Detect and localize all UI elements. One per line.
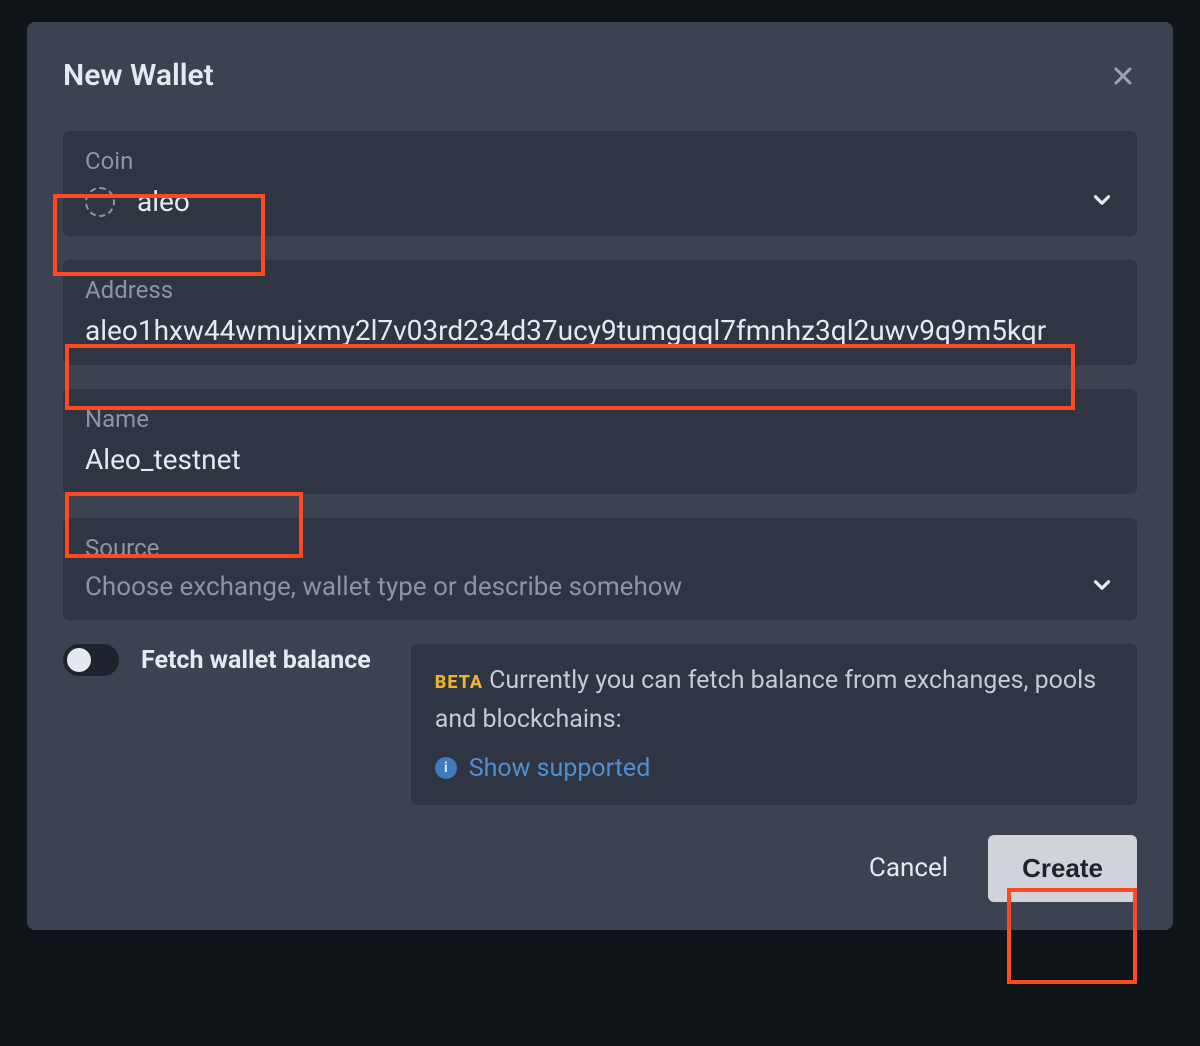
coin-placeholder-icon — [85, 187, 115, 217]
name-field: Name — [63, 389, 1137, 494]
name-input[interactable] — [85, 443, 1115, 476]
create-button[interactable]: Create — [988, 835, 1137, 902]
cancel-button[interactable]: Cancel — [869, 853, 948, 883]
close-icon — [1111, 64, 1135, 88]
fetch-balance-row: Fetch wallet balance BETACurrently you c… — [63, 644, 1137, 805]
fetch-balance-toggle[interactable] — [63, 644, 119, 676]
source-label: Source — [85, 534, 1115, 562]
highlight-create — [1007, 888, 1137, 984]
toggle-knob — [67, 648, 91, 672]
source-field[interactable]: Source — [63, 518, 1137, 620]
close-button[interactable] — [1109, 62, 1137, 90]
modal-backdrop: New Wallet Coin aleo Address — [0, 0, 1200, 1046]
fetch-balance-label: Fetch wallet balance — [141, 644, 371, 675]
beta-badge: BETA — [435, 672, 483, 693]
source-input[interactable] — [85, 572, 1089, 602]
coin-label: Coin — [85, 147, 1115, 175]
coin-field[interactable]: Coin aleo — [63, 131, 1137, 236]
address-field: Address — [63, 260, 1137, 365]
coin-value: aleo — [137, 185, 190, 218]
name-label: Name — [85, 405, 1115, 433]
address-input[interactable] — [85, 314, 1115, 347]
modal-header: New Wallet — [63, 58, 1137, 93]
info-body: Currently you can fetch balance from exc… — [435, 666, 1096, 734]
new-wallet-modal: New Wallet Coin aleo Address — [27, 22, 1173, 930]
info-icon: i — [435, 757, 457, 779]
chevron-down-icon — [1089, 187, 1115, 213]
coin-dropdown-chevron[interactable] — [1089, 187, 1115, 217]
modal-title: New Wallet — [63, 58, 214, 93]
address-label: Address — [85, 276, 1115, 304]
info-text: BETACurrently you can fetch balance from… — [435, 662, 1113, 740]
source-dropdown-chevron[interactable] — [1089, 572, 1115, 602]
info-panel: BETACurrently you can fetch balance from… — [411, 644, 1137, 805]
chevron-down-icon — [1089, 572, 1115, 598]
modal-footer: Cancel Create — [63, 835, 1137, 902]
show-supported-link[interactable]: Show supported — [469, 754, 651, 783]
